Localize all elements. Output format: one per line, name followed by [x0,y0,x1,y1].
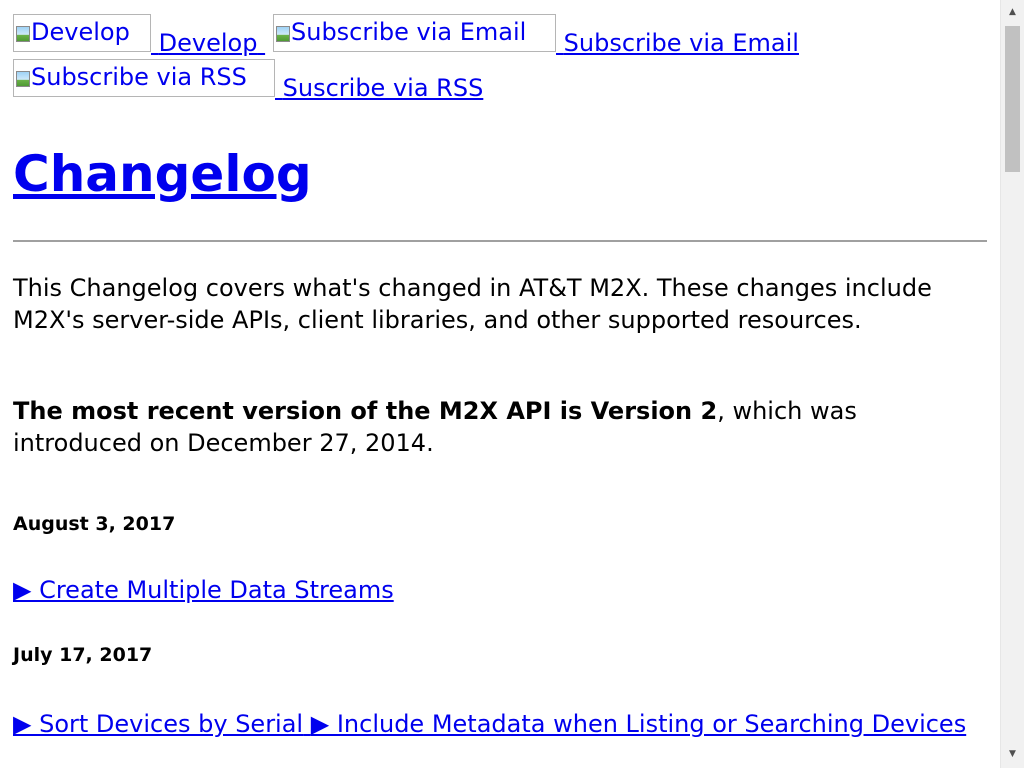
changelog-title-link[interactable]: Changelog [13,145,312,203]
changelog-date: August 3, 2017 [13,513,176,535]
broken-image-icon [16,26,30,42]
intro-paragraph: This Changelog covers what's changed in … [13,274,932,334]
develop-image-alt: Develop [31,18,130,46]
nav-row-2: Subscribe via RSS Suscribe via RSS [13,59,987,104]
version-paragraph: The most recent version of the M2X API i… [13,395,973,459]
develop-image[interactable]: Develop [13,14,151,52]
subscribe-rss-label: Suscribe via RSS [282,74,484,102]
changelog-entry: ▶ Create Multiple Data Streams [13,574,973,606]
entry-link-text: ▶ Sort Devices by Serial [13,710,304,738]
email-image-alt: Subscribe via Email [291,18,527,46]
subscribe-email-link[interactable]: Subscribe via Email [556,26,799,60]
version-bold-text: The most recent version of the M2X API i… [13,397,718,425]
develop-link-label: Develop [158,29,258,57]
scroll-up-icon[interactable]: ▲ [1001,4,1024,20]
rss-image[interactable]: Subscribe via RSS [13,59,275,97]
subscribe-rss-link[interactable]: Suscribe via RSS [275,71,484,105]
entry-link-text: ▶ Include Metadata when Listing or Searc… [310,710,967,738]
develop-link[interactable]: Develop [151,26,265,60]
subscribe-email-label: Subscribe via Email [563,29,799,57]
page-title: Changelog [13,144,312,204]
scrollbar-thumb[interactable] [1005,26,1020,172]
broken-image-icon [16,71,30,87]
nav-row-1: Develop Develop Subscribe via Email Subs… [13,14,987,59]
divider [13,240,987,242]
broken-image-icon [276,26,290,42]
entry-link[interactable]: ▶ Create Multiple Data Streams [13,576,394,604]
page-content: Develop Develop Subscribe via Email Subs… [13,14,987,738]
rss-image-alt: Subscribe via RSS [31,63,247,91]
changelog-date: July 17, 2017 [13,644,153,666]
changelog-entry: ▶ Sort Devices by Serial ▶ Include Metad… [13,708,973,740]
vertical-scrollbar[interactable]: ▲ ▼ [1000,0,1024,768]
entry-link[interactable]: ▶ Sort Devices by Serial ▶ Include Metad… [13,710,966,738]
email-image[interactable]: Subscribe via Email [273,14,556,52]
scroll-down-icon[interactable]: ▼ [1001,746,1024,762]
